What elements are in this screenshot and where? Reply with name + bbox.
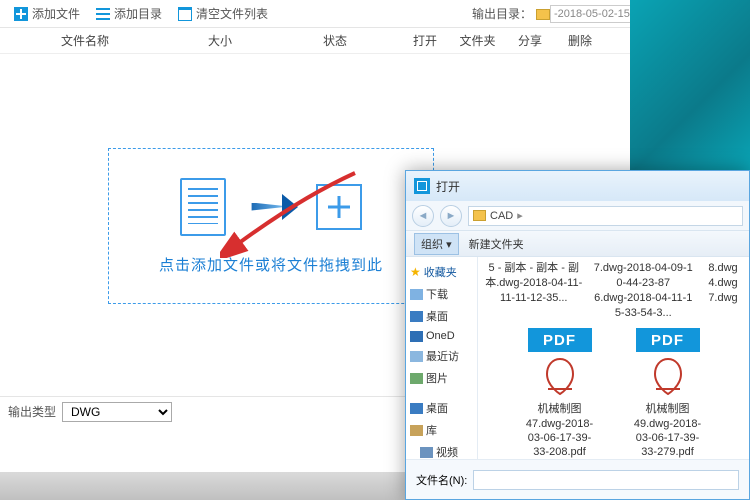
- col-state: 状态: [270, 32, 400, 49]
- drop-zone-text: 点击添加文件或将文件拖拽到此: [159, 254, 383, 275]
- desktop-icon: [410, 403, 423, 414]
- add-file-label: 添加文件: [32, 5, 80, 22]
- filename-label: 文件名(N):: [416, 472, 467, 488]
- add-dir-label: 添加目录: [114, 5, 162, 22]
- chevron-left-icon: ◄: [418, 210, 429, 222]
- col-open: 打开: [400, 32, 450, 49]
- clear-list-label: 清空文件列表: [196, 5, 268, 22]
- drop-zone[interactable]: 点击添加文件或将文件拖拽到此: [108, 148, 434, 304]
- file-item[interactable]: 8.dwg 4.dwg 7.dwg: [703, 261, 743, 320]
- document-icon: [180, 178, 226, 236]
- path-sep-icon: ▸: [517, 209, 523, 222]
- output-type-select[interactable]: DWG: [62, 402, 172, 422]
- desktop-wallpaper: [630, 0, 750, 170]
- chevron-right-icon: ►: [446, 210, 457, 222]
- sidebar-downloads[interactable]: 下载: [408, 283, 475, 305]
- file-item-pdf[interactable]: PDF 机械制图 49.dwg-2018-03-06-17-39-33-279.…: [629, 328, 707, 459]
- pictures-icon: [410, 373, 423, 384]
- dialog-titlebar: 打开: [406, 171, 749, 201]
- trash-icon: [178, 7, 192, 21]
- sidebar-favorites[interactable]: ★收藏夹: [408, 261, 475, 283]
- sidebar-onedrive[interactable]: OneD: [408, 327, 475, 345]
- pdf-icon: [532, 354, 587, 398]
- dialog-toolbar: 组织 ▾ 新建文件夹: [406, 231, 749, 257]
- sidebar-libraries[interactable]: 库: [408, 419, 475, 441]
- location-bar[interactable]: CAD ▸: [468, 206, 743, 226]
- app-icon: [414, 178, 430, 194]
- video-icon: [420, 447, 433, 458]
- arrow-right-icon: [244, 199, 298, 215]
- cloud-icon: [410, 331, 423, 342]
- output-dir-label: 输出目录：: [472, 5, 532, 22]
- col-share: 分享: [505, 32, 555, 49]
- drop-zone-icons: [180, 178, 362, 236]
- new-folder-button[interactable]: 新建文件夹: [463, 234, 530, 254]
- pdf-badge-icon: PDF: [636, 328, 700, 352]
- file-caption: 机械制图 49.dwg-2018-03-06-17-39-33-279.pdf: [629, 402, 707, 459]
- pdf-badge-icon: PDF: [528, 328, 592, 352]
- dialog-title: 打开: [436, 178, 460, 195]
- nav-forward-button[interactable]: ►: [440, 205, 462, 227]
- library-icon: [410, 425, 423, 436]
- file-item[interactable]: 7.dwg-2018-04-09-10-44-23-87 6.dwg-2018-…: [594, 261, 694, 320]
- plus-icon: [14, 7, 28, 21]
- dialog-sidebar: ★收藏夹 下载 桌面 OneD 最近访 图片 桌面 库 视频: [406, 257, 478, 459]
- sidebar-desktop[interactable]: 桌面: [408, 305, 475, 327]
- plus-box-icon: [316, 184, 362, 230]
- output-type-label: 输出类型: [8, 403, 56, 420]
- folder-icon: [473, 210, 486, 221]
- folder-icon: [410, 289, 423, 300]
- file-item[interactable]: 5 - 副本 - 副本 - 副本.dwg-2018-04-11-11-11-12…: [484, 261, 584, 320]
- chevron-down-icon: ▾: [446, 239, 452, 251]
- sidebar-videos[interactable]: 视频: [408, 441, 475, 459]
- col-size: 大小: [170, 32, 270, 49]
- sidebar-pictures[interactable]: 图片: [408, 367, 475, 389]
- filename-input[interactable]: [473, 470, 739, 490]
- folder-icon: [536, 9, 550, 20]
- clear-list-button[interactable]: 清空文件列表: [170, 0, 276, 27]
- col-delete: 删除: [555, 32, 605, 49]
- add-file-button[interactable]: 添加文件: [6, 0, 88, 27]
- location-text: CAD: [490, 210, 513, 222]
- dialog-nav: ◄ ► CAD ▸: [406, 201, 749, 231]
- col-name: 文件名称: [0, 32, 170, 49]
- col-folder: 文件夹: [450, 32, 505, 49]
- dialog-file-pane: 5 - 副本 - 副本 - 副本.dwg-2018-04-11-11-11-12…: [478, 257, 749, 459]
- file-item-pdf[interactable]: PDF 机械制图 47.dwg-2018-03-06-17-39-33-208.…: [521, 328, 599, 459]
- list-icon: [96, 7, 110, 21]
- dialog-bottom: 文件名(N):: [406, 459, 749, 499]
- file-caption: 机械制图 47.dwg-2018-03-06-17-39-33-208.pdf: [521, 402, 599, 459]
- star-icon: ★: [410, 265, 421, 279]
- nav-back-button[interactable]: ◄: [412, 205, 434, 227]
- recent-icon: [410, 351, 423, 362]
- sidebar-desktop2[interactable]: 桌面: [408, 397, 475, 419]
- sidebar-recent[interactable]: 最近访: [408, 345, 475, 367]
- organize-button[interactable]: 组织 ▾: [414, 233, 459, 255]
- add-dir-button[interactable]: 添加目录: [88, 0, 170, 27]
- desktop-icon: [410, 311, 423, 322]
- pdf-icon: [640, 354, 695, 398]
- open-dialog: 打开 ◄ ► CAD ▸ 组织 ▾ 新建文件夹 ★收藏夹 下载 桌面 OneD …: [405, 170, 750, 500]
